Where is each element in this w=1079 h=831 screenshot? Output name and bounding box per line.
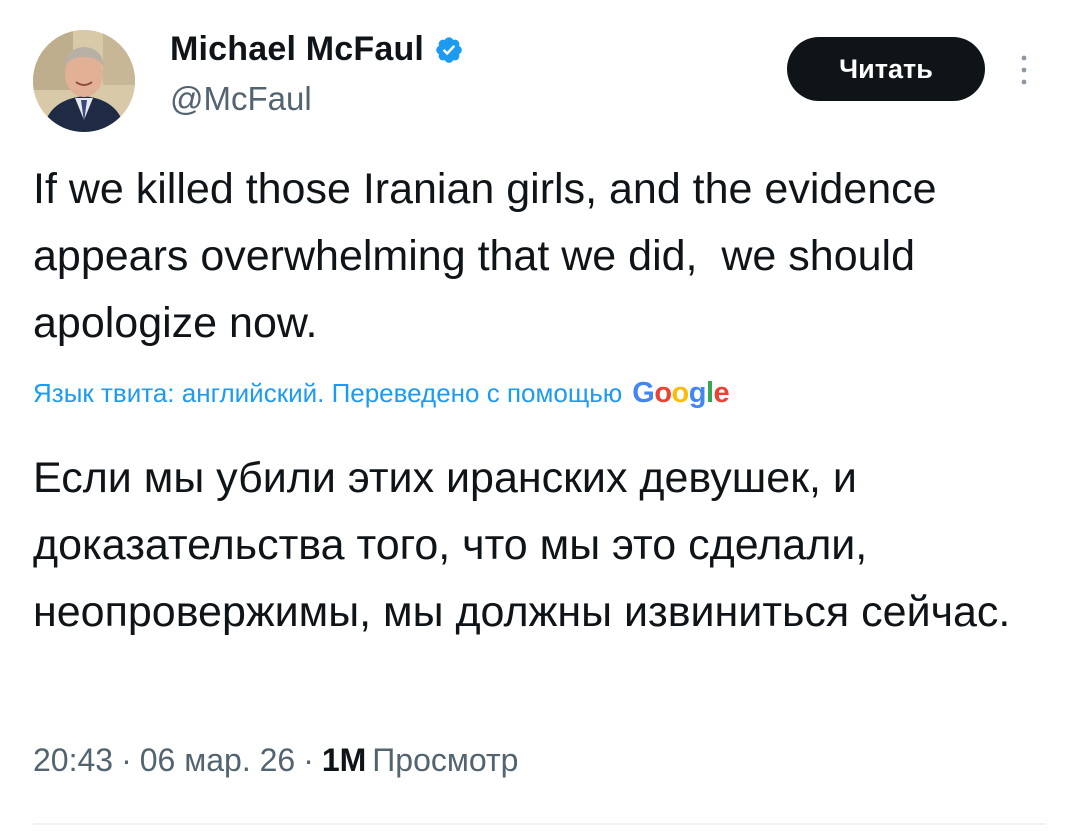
google-logo: Google	[632, 377, 730, 409]
tweet-time[interactable]: 20:43	[33, 742, 113, 779]
views-count: 1M	[321, 742, 367, 778]
translated-text: Если мы убили этих иранских девушек, и д…	[33, 454, 1011, 636]
vertical-ellipsis-icon[interactable]	[1014, 50, 1034, 90]
author-name-row: Michael McFaul	[170, 30, 464, 69]
tweet-text: If we killed those Iranian girls, and th…	[33, 165, 949, 347]
views-label: Просмотр	[372, 742, 519, 778]
follow-button[interactable]: Читать	[787, 37, 985, 101]
meta-separator: ·	[303, 742, 314, 778]
avatar[interactable]	[33, 30, 135, 132]
tweet-meta: 20:43 · 06 мар. 26 · 1M Просмотр	[33, 742, 518, 779]
tweet-date[interactable]: 06 мар. 26	[140, 742, 295, 779]
divider	[33, 823, 1046, 825]
translation-notice-text: Язык твита: английский. Переведено с пом…	[33, 378, 623, 408]
views-row[interactable]: 1M Просмотр	[322, 742, 519, 779]
author-display-name[interactable]: Michael McFaul	[170, 30, 424, 69]
verified-badge-icon[interactable]	[434, 35, 464, 65]
author-handle[interactable]: @McFaul	[170, 80, 312, 118]
translation-notice[interactable]: Язык твита: английский. Переведено с пом…	[33, 377, 730, 410]
meta-separator: ·	[121, 742, 132, 778]
